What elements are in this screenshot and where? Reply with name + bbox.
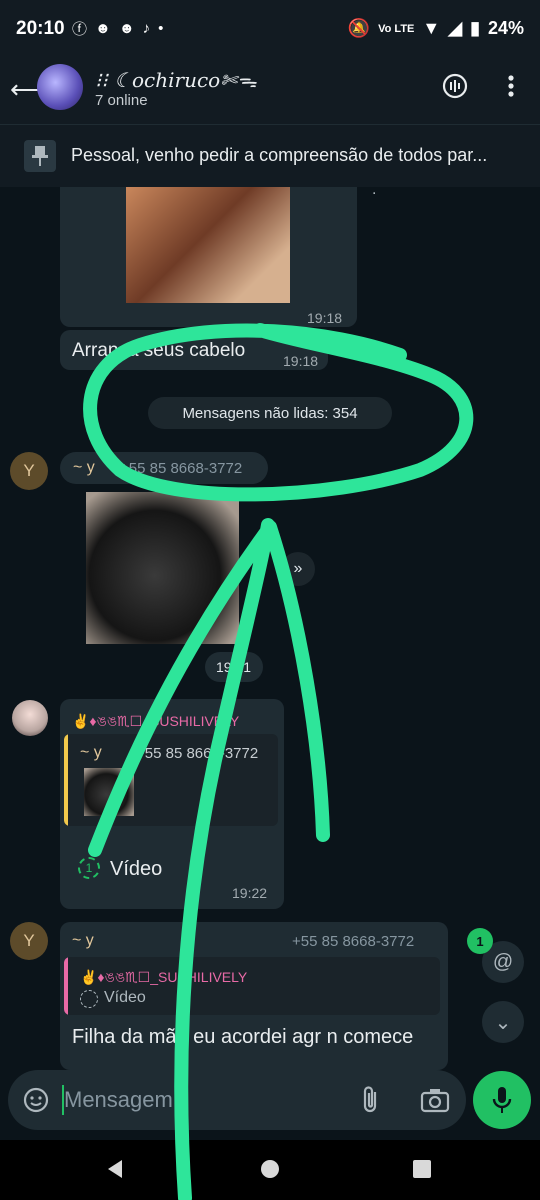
wifi-icon: ▼ (422, 18, 441, 38)
cat-photo[interactable] (86, 492, 239, 644)
system-nav-bar (0, 1140, 540, 1200)
dot-icon: . (372, 187, 377, 198)
quote-bar (64, 957, 68, 1015)
sender-name[interactable]: ~ y (73, 459, 95, 477)
photo-thumbnail[interactable] (126, 187, 290, 303)
attach-icon[interactable] (358, 1084, 384, 1116)
group-avatar[interactable] (37, 64, 83, 110)
sender-phone: +55 85 8668-3772 (292, 933, 415, 950)
nav-home-icon[interactable] (259, 1158, 281, 1180)
reply-sender: ~ y (80, 744, 102, 761)
sender-phone: +55 85 8668-3772 (120, 460, 243, 477)
quoted-reply[interactable]: ✌♦ঙঙ♏︎☐_SUSHILIVELY Vídeo (64, 957, 440, 1015)
camera-icon[interactable] (420, 1086, 450, 1114)
message-time: 19:21 (216, 659, 252, 675)
reply-phone: +55 85 8668-3772 (136, 745, 259, 762)
nav-back-icon[interactable] (104, 1158, 126, 1180)
more-options-icon[interactable] (497, 72, 525, 100)
notification-icons: ⓕ ☻ ☻ ♪ • (72, 18, 163, 39)
chat-area[interactable]: 19:18 . Arranca seus cabelo 19:18 Mensag… (0, 187, 540, 1070)
voice-record-button[interactable] (473, 1071, 531, 1129)
message-text: Filha da mãe eu acordei agr n comece (72, 1026, 414, 1048)
message-time: 19:22 (232, 885, 268, 901)
online-count: 7 online (95, 92, 148, 109)
voice-chat-icon[interactable] (441, 72, 469, 100)
sender-name[interactable]: ~ y (72, 932, 94, 950)
dot-icon: • (158, 20, 164, 37)
microphone-icon (492, 1087, 512, 1113)
video-icon (80, 990, 98, 1008)
nav-recents-icon[interactable] (411, 1158, 433, 1180)
message-time: 19:18 (283, 353, 319, 369)
battery-percent: 24% (487, 18, 524, 38)
message-time: 19:18 (307, 310, 343, 326)
sticker-icon[interactable] (22, 1086, 50, 1114)
quote-bar (64, 734, 68, 826)
quoted-reply[interactable]: ~ y +55 85 8668-3772 (64, 734, 278, 826)
tiktok-icon: ♪ (142, 20, 151, 37)
message-text: Arranca seus cabelo (72, 340, 246, 361)
reply-thumbnail (84, 768, 134, 816)
scroll-down-button[interactable]: ⌄ (482, 1001, 524, 1043)
mask-icon: ☻ (95, 20, 111, 37)
status-right: 🔕 Vo LTE ▼ ◢ ▮ 24% (348, 18, 524, 39)
video-icon: 1 (78, 857, 100, 879)
pinned-message-text[interactable]: Pessoal, venho pedir a compreensão de to… (71, 145, 487, 166)
group-name[interactable]: ⁝⁝ ☾ochiruco✄ᯓ (95, 66, 257, 93)
status-bar: 20:10 ⓕ ☻ ☻ ♪ • 🔕 Vo LTE ▼ ◢ ▮ 24% (0, 0, 540, 58)
avatar[interactable]: Y (10, 452, 48, 490)
message-input[interactable]: Mensagem (64, 1087, 173, 1113)
avatar[interactable]: Y (10, 922, 48, 960)
mute-icon: 🔕 (347, 18, 371, 38)
mask-icon: ☻ (118, 20, 135, 37)
unread-messages-banner: Mensagens não lidas: 354 (148, 397, 392, 429)
message-text: Vídeo (110, 858, 163, 880)
pin-icon (24, 140, 56, 172)
battery-icon: ▮ (470, 18, 480, 38)
facebook-icon: ⓕ (72, 21, 88, 38)
sender-name[interactable]: ✌♦ঙঙ♏︎☐_SUSHILIVELY (72, 710, 239, 734)
lte-icon: Vo LTE (378, 22, 415, 35)
forward-icon[interactable]: » (281, 552, 315, 586)
mentions-badge: 1 (467, 928, 493, 954)
reply-text: Vídeo (104, 989, 146, 1006)
signal-icon: ◢ (448, 18, 463, 38)
status-time: 20:10 (16, 18, 65, 39)
reply-sender: ✌♦ঙঙ♏︎☐_SUSHILIVELY (80, 969, 248, 985)
avatar[interactable] (12, 700, 48, 736)
